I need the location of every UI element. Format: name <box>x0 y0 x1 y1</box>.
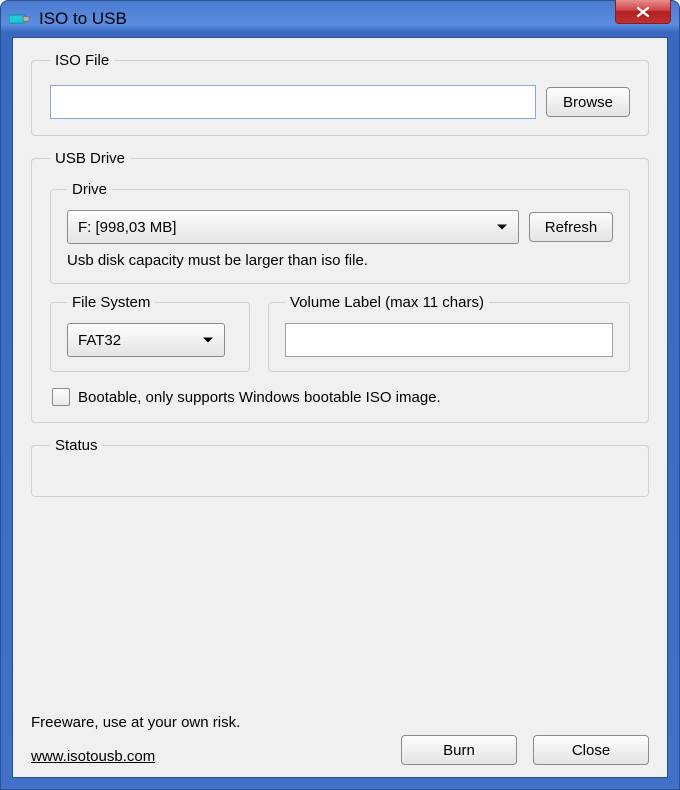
content-area: ISO File Browse USB Drive Drive F: [998,… <box>12 37 668 778</box>
browse-button[interactable]: Browse <box>546 87 630 117</box>
filesystem-subgroup: File System FAT32 <box>50 294 250 372</box>
usb-drive-group: USB Drive Drive F: [998,03 MB] Refresh U… <box>31 150 649 423</box>
drive-select-value: F: [998,03 MB] <box>78 219 176 236</box>
bootable-label: Bootable, only supports Windows bootable… <box>78 389 441 406</box>
refresh-button[interactable]: Refresh <box>529 212 613 242</box>
filesystem-select[interactable]: FAT32 <box>67 323 225 357</box>
volume-label-label: Volume Label (max 11 chars) <box>285 294 489 311</box>
drive-label: Drive <box>67 181 112 198</box>
iso-path-input[interactable] <box>50 85 536 119</box>
disclaimer-text: Freeware, use at your own risk. <box>31 714 649 731</box>
capacity-hint: Usb disk capacity must be larger than is… <box>67 252 613 269</box>
footer: Freeware, use at your own risk. www.isot… <box>31 714 649 765</box>
filesystem-label: File System <box>67 294 155 311</box>
iso-file-label: ISO File <box>50 52 114 69</box>
close-window-button[interactable] <box>615 0 671 24</box>
window-title: ISO to USB <box>39 9 127 29</box>
status-label: Status <box>50 437 103 454</box>
volume-label-subgroup: Volume Label (max 11 chars) <box>268 294 630 372</box>
chevron-down-icon <box>202 332 214 349</box>
usb-drive-label: USB Drive <box>50 150 130 167</box>
usb-drive-icon <box>9 12 31 26</box>
burn-button[interactable]: Burn <box>401 735 517 765</box>
volume-label-input[interactable] <box>285 323 613 357</box>
chevron-down-icon <box>496 219 508 236</box>
app-window: ISO to USB ISO File Browse USB Drive Dri… <box>0 0 680 790</box>
close-icon <box>635 6 651 18</box>
drive-subgroup: Drive F: [998,03 MB] Refresh Usb disk ca… <box>50 181 630 284</box>
website-link[interactable]: www.isotousb.com <box>31 748 155 765</box>
status-group: Status <box>31 437 649 497</box>
titlebar: ISO to USB <box>1 1 679 37</box>
filesystem-select-value: FAT32 <box>78 332 121 349</box>
bootable-checkbox[interactable] <box>52 388 70 406</box>
drive-select[interactable]: F: [998,03 MB] <box>67 210 519 244</box>
close-button[interactable]: Close <box>533 735 649 765</box>
iso-file-group: ISO File Browse <box>31 52 649 136</box>
